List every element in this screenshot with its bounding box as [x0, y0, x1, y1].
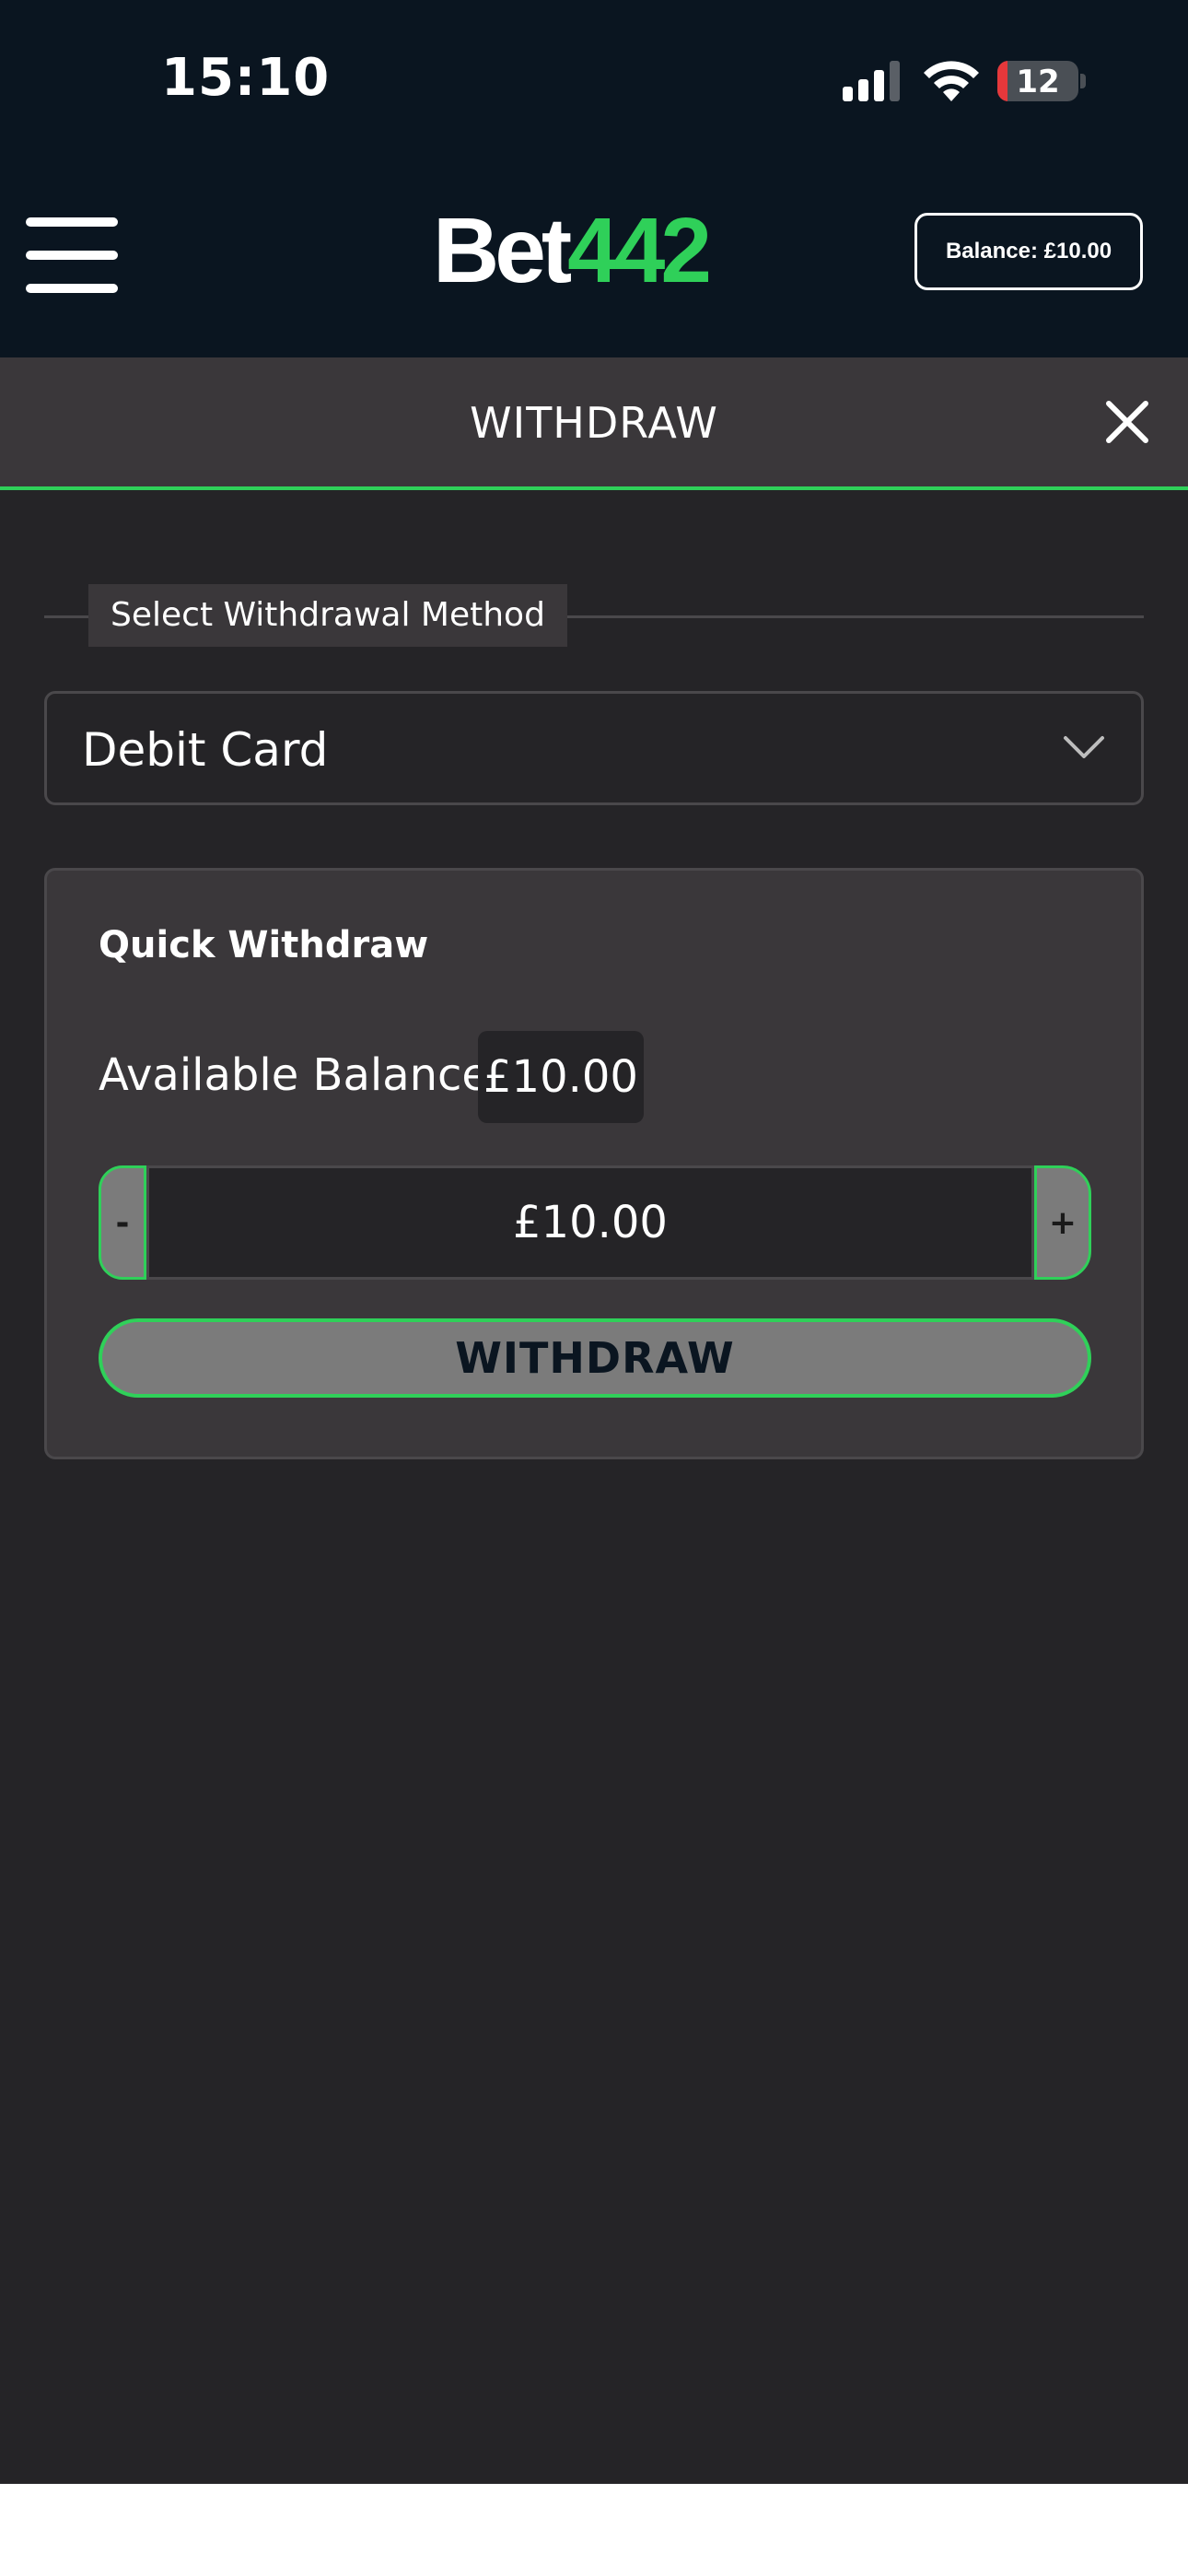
withdraw-button[interactable]: WITHDRAW [99, 1318, 1091, 1398]
decrease-amount-button[interactable]: - [99, 1165, 146, 1280]
bet442-logo[interactable]: Bet442 [433, 195, 712, 306]
app-header: Bet442 Balance: £10.00 [0, 157, 1188, 357]
balance-button[interactable]: Balance: £10.00 [914, 213, 1143, 290]
wifi-icon [924, 61, 979, 101]
chevron-down-icon [1064, 736, 1104, 758]
battery-tip [1080, 74, 1086, 88]
cellular-signal-icon [843, 61, 900, 101]
withdraw-modal: WITHDRAW Select Withdrawal Method Debit … [0, 357, 1188, 2484]
available-balance-label: Available Balance: [99, 1049, 505, 1101]
hamburger-menu-icon[interactable] [26, 217, 118, 293]
status-bar: 15:10 12 [0, 0, 1188, 157]
modal-header: WITHDRAW [0, 357, 1188, 490]
available-balance-value: £10.00 [478, 1031, 644, 1123]
logo-text-442: 442 [567, 199, 712, 302]
status-time: 15:10 [161, 48, 331, 108]
increase-amount-button[interactable]: + [1034, 1165, 1091, 1280]
quick-withdraw-card: Quick Withdraw Available Balance: £10.00… [44, 868, 1144, 1459]
withdrawal-method-select[interactable]: Debit Card [44, 691, 1144, 805]
battery-charging-icon: 12 [997, 61, 1078, 101]
screen: 15:10 12 Bet442 Balance: £10.00 WITHDRAW… [0, 0, 1188, 2576]
battery-percent: 12 [1016, 64, 1060, 100]
bottom-safe-area [0, 2484, 1188, 2576]
quick-withdraw-title: Quick Withdraw [99, 924, 429, 966]
selected-method: Debit Card [82, 723, 329, 777]
withdrawal-method-legend: Select Withdrawal Method [88, 584, 567, 647]
close-icon[interactable] [1101, 396, 1153, 448]
withdraw-amount-input[interactable] [146, 1165, 1034, 1280]
modal-title: WITHDRAW [470, 398, 718, 448]
logo-text-bet: Bet [433, 199, 572, 302]
